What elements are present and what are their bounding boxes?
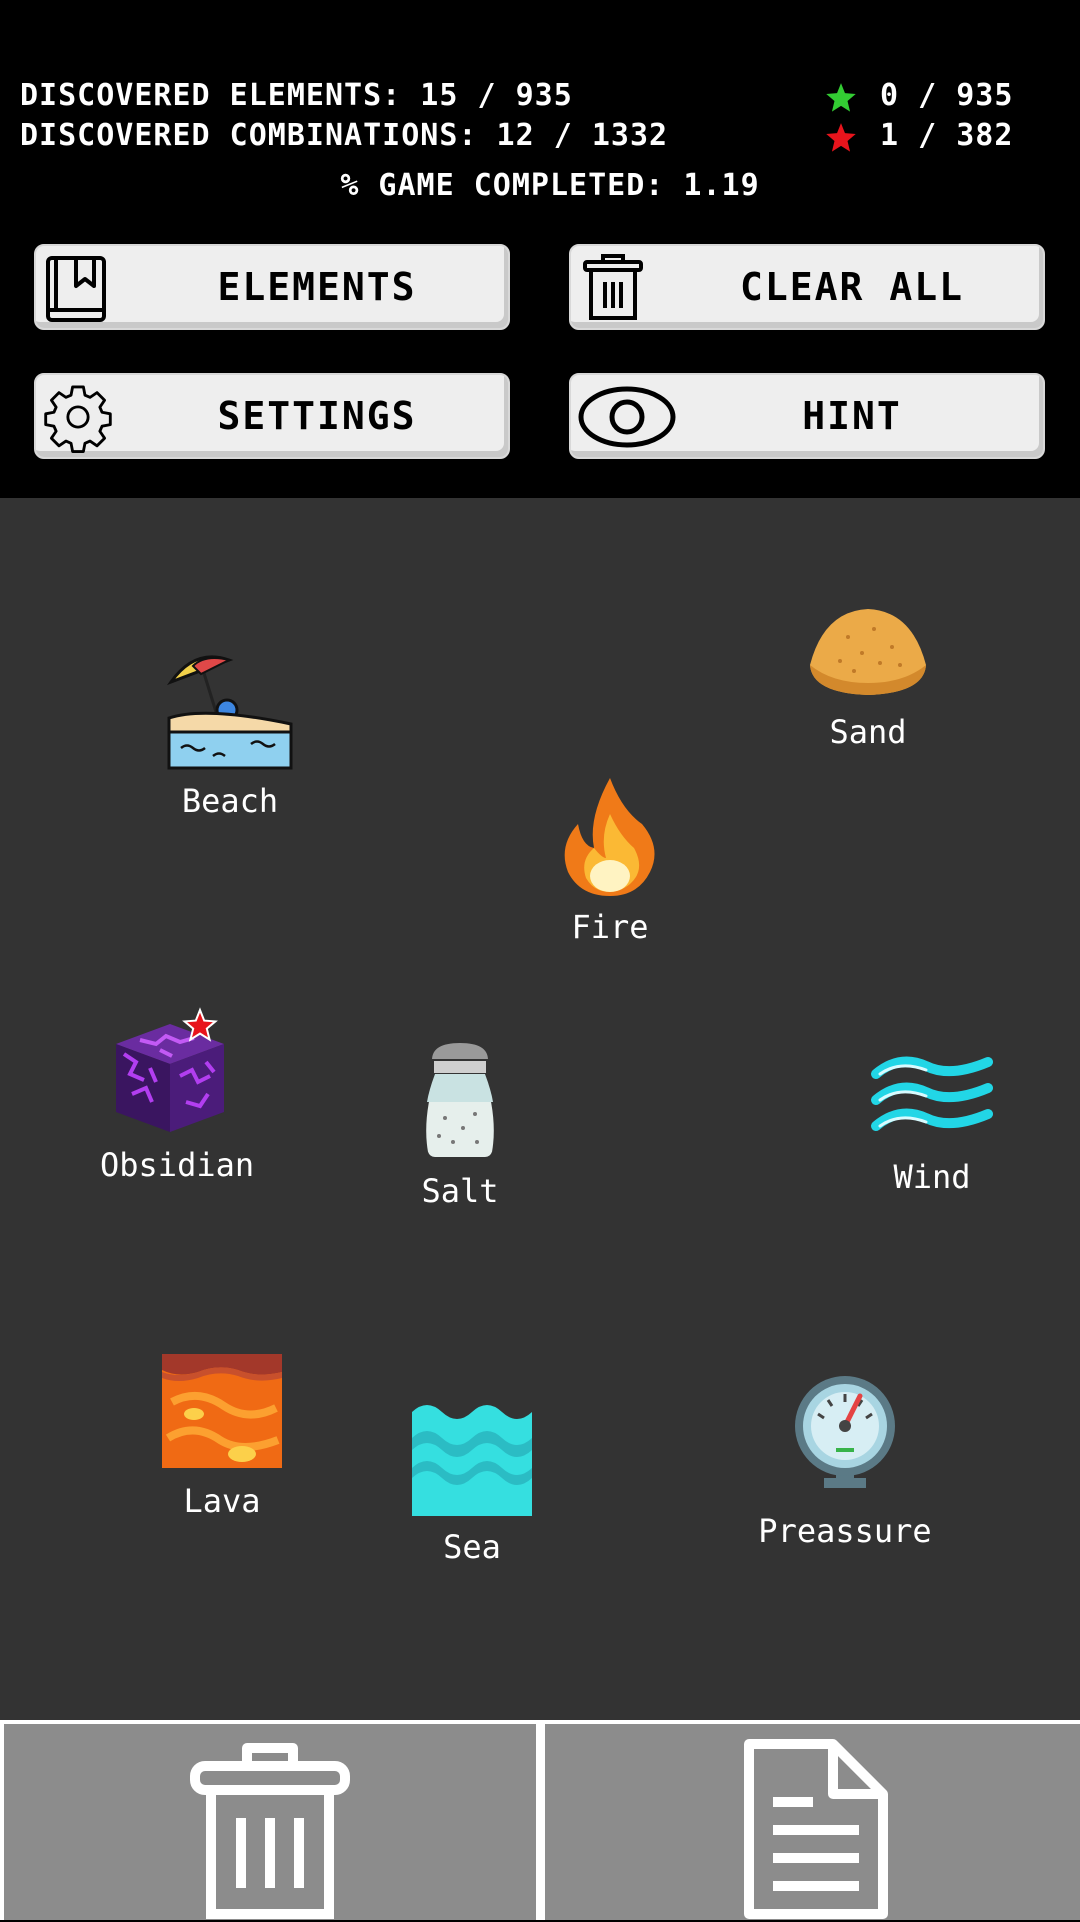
element-sand[interactable]: Sand <box>798 603 938 751</box>
elements-button[interactable]: ELEMENTS <box>34 244 510 330</box>
game-completed-text: % GAME COMPLETED: 1.19 <box>340 168 760 203</box>
element-beach[interactable]: Beach <box>160 648 300 820</box>
salt-icon <box>424 1040 496 1159</box>
beach-icon <box>166 655 293 770</box>
trash-drop-zone[interactable] <box>4 1724 536 1920</box>
element-label: Preassure <box>758 1512 932 1550</box>
green-star-count: 0 / 935 <box>880 78 1014 113</box>
element-label: Wind <box>893 1158 971 1196</box>
green-star-icon <box>826 83 856 112</box>
element-salt[interactable]: Salt <box>390 1038 530 1210</box>
element-label: Obsidian <box>100 1146 255 1184</box>
element-label: Salt <box>421 1172 499 1210</box>
element-label: Lava <box>183 1482 261 1520</box>
discovered-elements-text: DISCOVERED ELEMENTS: 15 / 935 <box>20 78 573 113</box>
element-label: Fire <box>571 908 649 946</box>
sea-icon <box>412 1405 532 1516</box>
bottom-bar <box>0 1720 1080 1920</box>
element-fire[interactable]: Fire <box>540 774 680 946</box>
clear-all-button[interactable]: CLEAR ALL <box>569 244 1045 330</box>
elements-button-label: ELEMENTS <box>217 265 417 309</box>
pressure-gauge-icon <box>795 1376 895 1488</box>
element-obsidian[interactable]: Obsidian <box>100 1006 255 1184</box>
book-icon <box>46 256 106 322</box>
element-pressure[interactable]: Preassure <box>745 1374 945 1550</box>
element-wind[interactable]: Wind <box>862 1048 1002 1196</box>
discovered-combinations-text: DISCOVERED COMBINATIONS: 12 / 1332 <box>20 118 669 153</box>
hint-button[interactable]: HINT <box>569 373 1045 459</box>
wind-icon <box>871 1056 993 1131</box>
sand-icon <box>810 609 926 695</box>
settings-button-label: SETTINGS <box>217 394 417 438</box>
element-label: Sea <box>443 1528 501 1566</box>
stats-header: DISCOVERED ELEMENTS: 15 / 935 DISCOVERED… <box>0 0 1080 498</box>
trash-icon <box>190 1743 350 1919</box>
red-star-icon <box>826 123 856 152</box>
element-label: Sand <box>829 713 907 751</box>
trash-icon <box>583 254 643 320</box>
element-label: Beach <box>181 782 279 820</box>
hint-button-label: HINT <box>802 394 902 438</box>
lava-icon <box>162 1354 282 1468</box>
obsidian-icon <box>116 1007 224 1132</box>
gear-icon <box>44 385 112 453</box>
notes-button[interactable] <box>545 1724 1080 1920</box>
element-lava[interactable]: Lava <box>152 1348 292 1520</box>
play-board[interactable]: Beach Sand Fire Obsidian Salt Wind Lava … <box>0 498 1080 1720</box>
settings-button[interactable]: SETTINGS <box>34 373 510 459</box>
document-icon <box>743 1739 888 1919</box>
red-star-count: 1 / 382 <box>880 118 1014 153</box>
clear-all-button-label: CLEAR ALL <box>740 265 964 309</box>
element-sea[interactable]: Sea <box>402 1398 542 1566</box>
fire-icon <box>564 778 655 896</box>
